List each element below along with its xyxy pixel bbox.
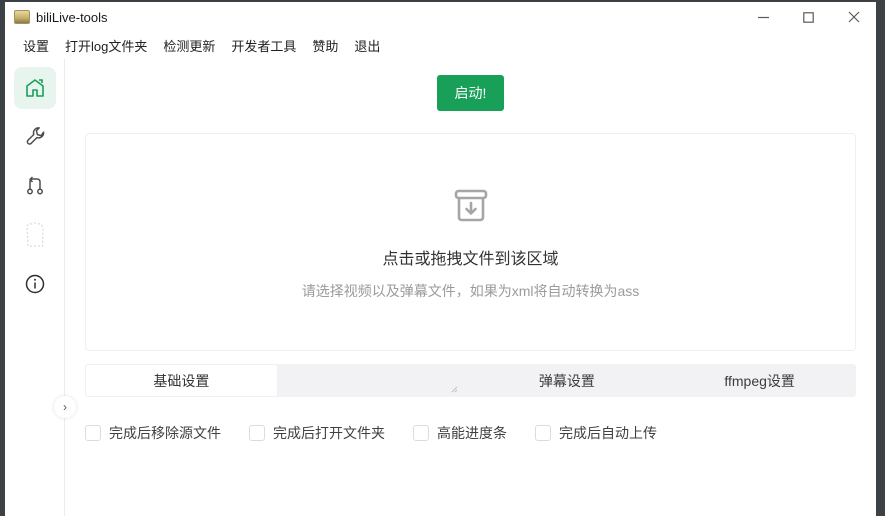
main-panel: 启动! 点击或拖拽文件到该区域 请选择视频以及弹幕文件，如果为xml将自动转换为…	[65, 59, 876, 516]
checkbox-icon[interactable]	[85, 425, 101, 441]
checkbox-icon[interactable]	[535, 425, 551, 441]
info-icon	[25, 274, 44, 294]
wrench-icon	[26, 127, 44, 145]
menu-item-sponsor[interactable]: 赞助	[304, 33, 346, 58]
maximize-button[interactable]	[786, 2, 831, 32]
start-button[interactable]: 启动!	[436, 75, 505, 111]
sidebar-item-pipeline[interactable]	[14, 165, 56, 207]
archive-download-icon	[454, 189, 487, 222]
menu-item-settings[interactable]: 设置	[15, 33, 57, 58]
sidebar-item-tools[interactable]	[14, 116, 56, 158]
dropzone-subtitle: 请选择视频以及弹幕文件，如果为xml将自动转换为ass	[301, 283, 640, 299]
app-icon	[14, 10, 30, 24]
resize-grip-icon	[451, 386, 457, 393]
close-button[interactable]	[831, 2, 876, 32]
merge-icon	[26, 176, 43, 195]
checkbox-open-folder[interactable]: 完成后打开文件夹	[249, 423, 385, 443]
menu-item-devtools[interactable]: 开发者工具	[223, 33, 304, 58]
file-dropzone[interactable]: 点击或拖拽文件到该区域 请选择视频以及弹幕文件，如果为xml将自动转换为ass	[85, 133, 856, 351]
sidebar-item-about[interactable]	[14, 263, 56, 305]
tabbar-spacer	[278, 364, 471, 397]
home-icon	[25, 79, 44, 97]
menu-item-exit[interactable]: 退出	[346, 33, 388, 58]
options-row: 完成后移除源文件 完成后打开文件夹 高能进度条 完成后自动上传	[85, 423, 856, 443]
sidebar-collapse-toggle[interactable]: ›	[54, 396, 76, 418]
app-title: biliLive-tools	[36, 9, 108, 25]
settings-tabbar: 基础设置 弹幕设置 ffmpeg设置	[85, 364, 856, 397]
window-controls	[741, 2, 876, 32]
dropzone-title: 点击或拖拽文件到该区域	[382, 251, 559, 268]
minimize-button[interactable]	[741, 2, 786, 32]
clip-outline-icon	[25, 222, 44, 247]
minimize-icon	[758, 16, 769, 18]
tab-ffmpeg-settings[interactable]: ffmpeg设置	[663, 364, 856, 397]
menubar: 设置 打开log文件夹 检测更新 开发者工具 赞助 退出	[5, 32, 876, 59]
checkbox-auto-upload[interactable]: 完成后自动上传	[535, 423, 657, 443]
checkbox-icon[interactable]	[249, 425, 265, 441]
app-window: biliLive-tools 设置 打开log文件夹 检测更新 开发者工具 赞助…	[5, 2, 876, 516]
checkbox-remove-source[interactable]: 完成后移除源文件	[85, 423, 221, 443]
maximize-icon	[803, 11, 814, 23]
sidebar-item-clip[interactable]	[14, 214, 56, 256]
sidebar	[5, 59, 65, 516]
checkbox-high-energy-bar[interactable]: 高能进度条	[413, 423, 507, 443]
menu-item-check-update[interactable]: 检测更新	[155, 33, 223, 58]
sidebar-item-home[interactable]	[13, 67, 56, 109]
tab-danmaku-settings[interactable]: 弹幕设置	[471, 364, 664, 397]
tab-basic-settings[interactable]: 基础设置	[85, 364, 278, 397]
menu-item-open-log-folder[interactable]: 打开log文件夹	[57, 33, 155, 58]
body-row: › 启动! 点击或拖拽文件到该区域 请选择视频以及弹幕文件，如果为xml将自动转…	[5, 59, 876, 516]
checkbox-icon[interactable]	[413, 425, 429, 441]
close-icon	[848, 11, 859, 23]
titlebar: biliLive-tools	[5, 2, 876, 32]
